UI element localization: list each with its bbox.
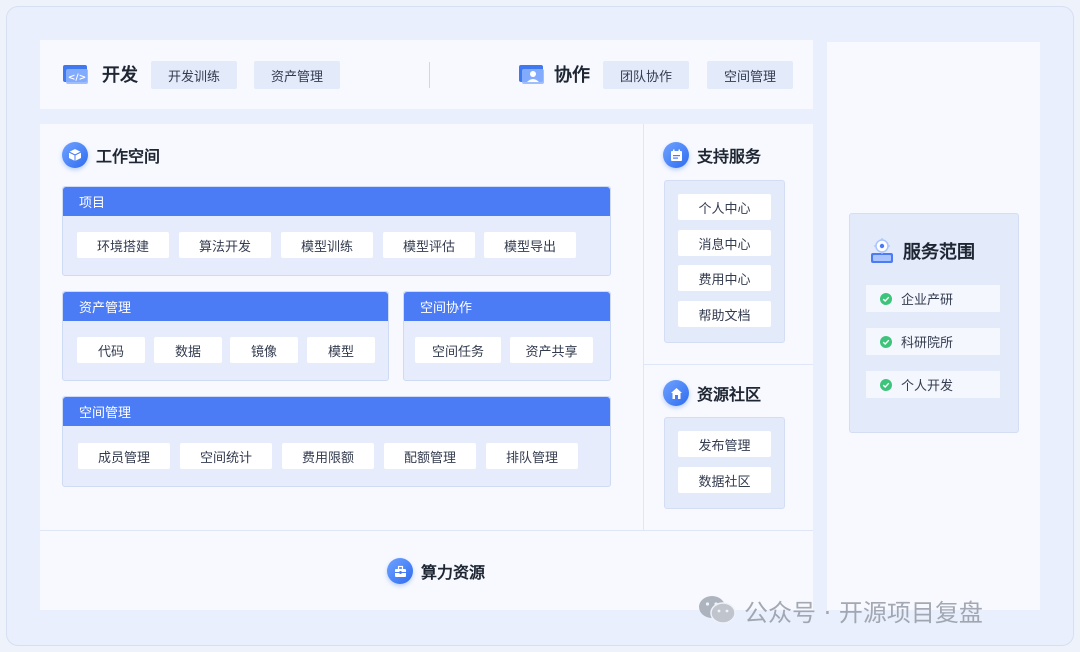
check-icon: [880, 292, 892, 305]
community-title: 资源社区: [663, 380, 761, 406]
main-divider-v: [643, 124, 644, 530]
support-item-message[interactable]: 消息中心: [678, 230, 771, 256]
scope-icon: [869, 237, 895, 265]
asset-item-model[interactable]: 模型: [307, 337, 375, 363]
main-divider-h: [40, 530, 813, 531]
space-collab-item-task[interactable]: 空间任务: [415, 337, 501, 363]
space-mgmt-panel: 空间管理: [62, 396, 611, 487]
cube-icon: [62, 142, 88, 168]
scope-item-enterprise: 企业产研: [866, 285, 1000, 312]
community-item-publish[interactable]: 发布管理: [678, 431, 771, 457]
scope-item-research: 科研院所: [866, 328, 1000, 355]
check-icon: [880, 335, 892, 348]
collab-title-label: 协作: [554, 65, 590, 86]
scope-title-label: 服务范围: [903, 242, 975, 263]
space-collab-panel-header: 空间协作: [404, 292, 610, 321]
collab-icon: [518, 63, 546, 85]
scope-item-label: 科研院所: [901, 336, 954, 351]
scope-title: 服务范围: [869, 236, 975, 266]
wechat-icon: [698, 594, 736, 626]
assets-panel: 资产管理: [62, 291, 389, 381]
check-icon: [880, 378, 892, 391]
chip-asset-management[interactable]: 资产管理: [254, 61, 340, 89]
scope-item-label: 企业产研: [901, 293, 954, 308]
scope-item-personal: 个人开发: [866, 371, 1000, 398]
support-item-personal[interactable]: 个人中心: [678, 194, 771, 220]
asset-item-code[interactable]: 代码: [77, 337, 145, 363]
asset-item-data[interactable]: 数据: [154, 337, 222, 363]
home-icon: [663, 380, 689, 406]
project-panel: 项目: [62, 186, 611, 276]
dev-title: </> 开发: [62, 60, 138, 88]
compute-title: 算力资源: [387, 558, 485, 584]
chip-space-management[interactable]: 空间管理: [707, 61, 793, 89]
support-title-label: 支持服务: [697, 147, 762, 166]
workspace-title: 工作空间: [62, 142, 160, 168]
watermark-text: 公众号 · 开源项目复盘: [744, 598, 983, 627]
space-mgmt-item-cost[interactable]: 费用限额: [282, 443, 374, 469]
space-mgmt-item-quota[interactable]: 配额管理: [384, 443, 476, 469]
assets-panel-header: 资产管理: [63, 292, 388, 321]
support-title: 支持服务: [663, 142, 761, 168]
chip-dev-training[interactable]: 开发训练: [151, 61, 237, 89]
project-item-eval[interactable]: 模型评估: [383, 232, 475, 258]
project-panel-header: 项目: [63, 187, 610, 216]
collab-title: 协作: [518, 60, 590, 88]
toolbox-icon: [387, 558, 413, 584]
watermark: 公众号 · 开源项目复盘: [698, 590, 983, 630]
space-mgmt-item-queue[interactable]: 排队管理: [486, 443, 578, 469]
support-item-docs[interactable]: 帮助文档: [678, 301, 771, 327]
community-item-data[interactable]: 数据社区: [678, 467, 771, 493]
project-item-export[interactable]: 模型导出: [484, 232, 576, 258]
space-mgmt-item-stats[interactable]: 空间统计: [180, 443, 272, 469]
support-item-billing[interactable]: 费用中心: [678, 265, 771, 291]
svg-text:</>: </>: [68, 73, 86, 83]
asset-item-image[interactable]: 镜像: [230, 337, 298, 363]
top-divider: [429, 62, 430, 88]
project-item-env[interactable]: 环境搭建: [77, 232, 169, 258]
community-title-label: 资源社区: [697, 385, 762, 404]
space-mgmt-panel-header: 空间管理: [63, 397, 610, 426]
space-collab-item-share[interactable]: 资产共享: [510, 337, 593, 363]
project-item-train[interactable]: 模型训练: [281, 232, 373, 258]
side-divider-h: [644, 364, 813, 365]
chip-team-collab[interactable]: 团队协作: [603, 61, 689, 89]
space-collab-panel: 空间协作: [403, 291, 611, 381]
workspace-title-label: 工作空间: [96, 147, 161, 166]
project-item-algo[interactable]: 算法开发: [179, 232, 271, 258]
dev-title-label: 开发: [102, 65, 138, 86]
code-icon: </>: [62, 63, 90, 85]
space-mgmt-item-members[interactable]: 成员管理: [78, 443, 170, 469]
compute-title-label: 算力资源: [421, 563, 486, 582]
calendar-icon: [663, 142, 689, 168]
scope-item-label: 个人开发: [901, 379, 954, 394]
